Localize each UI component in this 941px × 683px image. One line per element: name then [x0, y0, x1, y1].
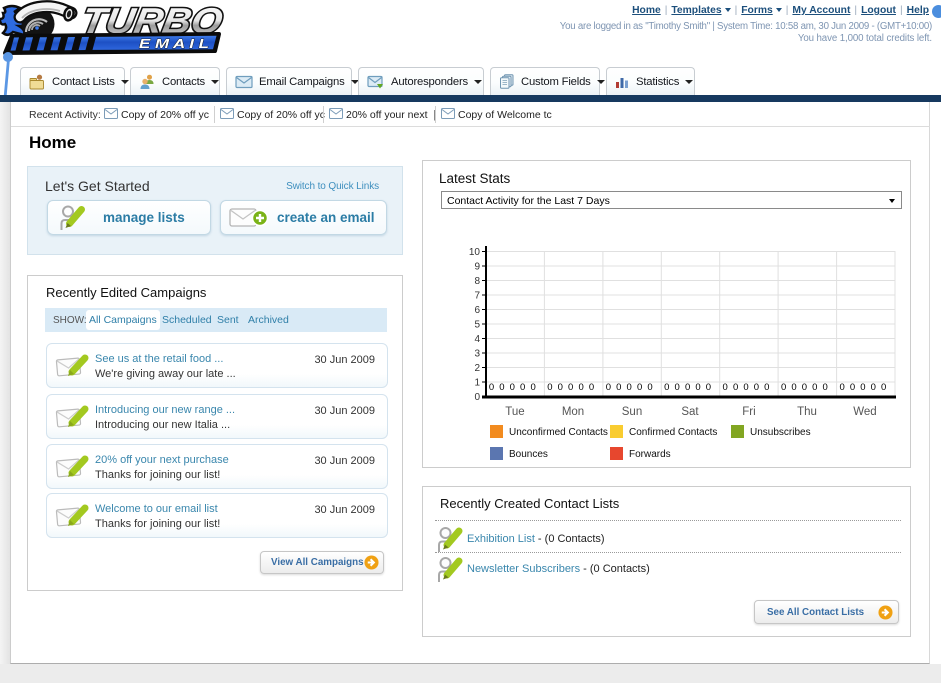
svg-text:3: 3 [474, 349, 480, 360]
svg-text:0: 0 [823, 382, 828, 393]
svg-text:0: 0 [781, 382, 786, 393]
svg-text:0: 0 [850, 382, 855, 393]
svg-text:Sun: Sun [622, 406, 642, 418]
svg-text:2: 2 [474, 363, 480, 374]
svg-text:0: 0 [474, 392, 480, 403]
svg-text:0: 0 [695, 382, 700, 393]
svg-text:0: 0 [664, 382, 669, 393]
svg-text:Unconfirmed Contacts: Unconfirmed Contacts [509, 427, 608, 438]
svg-text:Fri: Fri [742, 406, 755, 418]
svg-text:0: 0 [510, 382, 515, 393]
svg-text:6: 6 [474, 305, 480, 316]
svg-text:9: 9 [474, 262, 480, 273]
svg-text:0: 0 [489, 382, 494, 393]
svg-text:0: 0 [706, 382, 711, 393]
svg-text:0: 0 [637, 382, 642, 393]
svg-text:0: 0 [764, 382, 769, 393]
svg-text:0: 0 [812, 382, 817, 393]
svg-text:0: 0 [627, 382, 632, 393]
svg-text:8: 8 [474, 276, 480, 287]
svg-text:0: 0 [723, 382, 728, 393]
svg-text:0: 0 [578, 382, 583, 393]
svg-text:Wed: Wed [853, 406, 876, 418]
svg-text:4: 4 [474, 334, 480, 345]
svg-text:0: 0 [520, 382, 525, 393]
svg-text:Tue: Tue [505, 406, 524, 418]
svg-text:7: 7 [474, 291, 480, 302]
svg-text:Bounces: Bounces [509, 449, 548, 460]
svg-text:5: 5 [474, 320, 480, 331]
svg-text:0: 0 [530, 382, 535, 393]
svg-text:Mon: Mon [562, 406, 584, 418]
svg-text:0: 0 [860, 382, 865, 393]
svg-text:0: 0 [871, 382, 876, 393]
svg-text:0: 0 [558, 382, 563, 393]
svg-text:0: 0 [754, 382, 759, 393]
svg-text:0: 0 [606, 382, 611, 393]
svg-text:0: 0 [743, 382, 748, 393]
svg-text:0: 0 [791, 382, 796, 393]
svg-text:Forwards: Forwards [629, 449, 671, 460]
svg-text:Thu: Thu [797, 406, 817, 418]
svg-text:0: 0 [647, 382, 652, 393]
svg-text:E M A I L: E M A I L [139, 36, 209, 51]
svg-text:1: 1 [474, 378, 480, 389]
svg-text:10: 10 [469, 247, 481, 258]
svg-text:0: 0 [616, 382, 621, 393]
svg-text:0: 0 [547, 382, 552, 393]
svg-text:0: 0 [589, 382, 594, 393]
svg-text:0: 0 [675, 382, 680, 393]
svg-text:0: 0 [881, 382, 886, 393]
svg-text:0: 0 [568, 382, 573, 393]
svg-text:0: 0 [499, 382, 504, 393]
svg-text:Confirmed Contacts: Confirmed Contacts [629, 427, 717, 438]
svg-text:Sat: Sat [681, 406, 699, 418]
svg-text:0: 0 [685, 382, 690, 393]
svg-text:0: 0 [839, 382, 844, 393]
svg-text:0: 0 [802, 382, 807, 393]
svg-text:0: 0 [733, 382, 738, 393]
svg-text:Unsubscribes: Unsubscribes [750, 427, 811, 438]
